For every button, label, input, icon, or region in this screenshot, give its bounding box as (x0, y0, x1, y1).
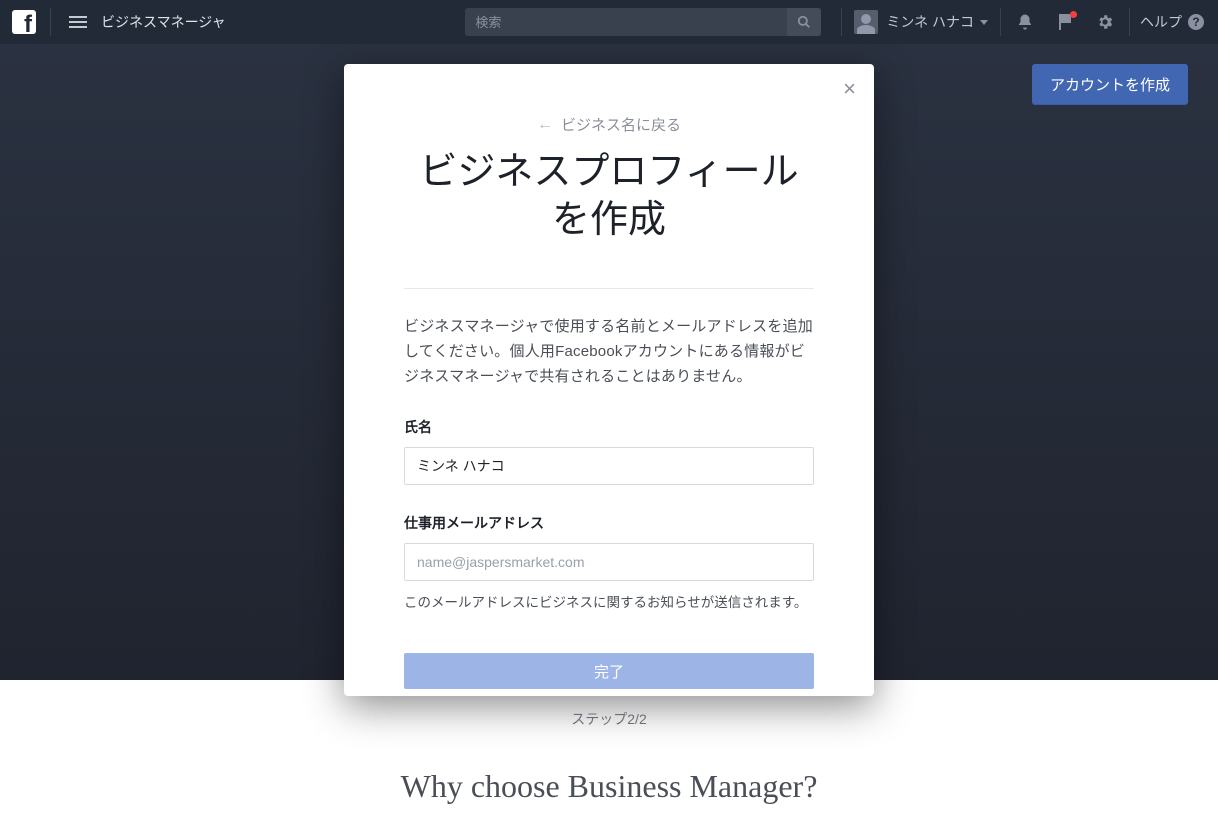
search-input[interactable] (465, 15, 787, 30)
search-button[interactable] (787, 8, 821, 36)
notification-dot (1070, 11, 1077, 18)
separator (50, 8, 51, 36)
step-indicator: ステップ2/2 (404, 709, 814, 729)
email-label: 仕事用メールアドレス (404, 513, 814, 533)
user-menu[interactable]: ミンネ ハナコ (854, 10, 988, 34)
modal-description: ビジネスマネージャで使用する名前とメールアドレスを追加してください。個人用Fac… (404, 315, 814, 389)
separator (841, 8, 842, 36)
back-link[interactable]: ← ビジネス名に戻る (404, 114, 814, 135)
separator (1129, 8, 1130, 36)
search-box (465, 8, 821, 36)
notifications-button[interactable] (1011, 13, 1039, 31)
modal-title: ビジネスプロフィールを作成 (404, 149, 814, 244)
close-button[interactable]: × (843, 78, 856, 100)
flag-button[interactable] (1051, 14, 1079, 30)
name-label: 氏名 (404, 417, 814, 437)
help-menu[interactable]: ヘルプ ? (1140, 12, 1204, 32)
flag-icon (1057, 14, 1073, 30)
separator (1000, 8, 1001, 36)
back-label: ビジネス名に戻る (561, 114, 681, 135)
chevron-down-icon (980, 20, 988, 25)
help-icon: ? (1188, 14, 1204, 30)
name-input[interactable] (404, 447, 814, 485)
menu-icon[interactable] (69, 16, 87, 28)
create-profile-modal: × ← ビジネス名に戻る ビジネスプロフィールを作成 ビジネスマネージャで使用す… (344, 64, 874, 696)
divider (404, 288, 814, 289)
close-icon: × (843, 76, 856, 101)
help-label: ヘルプ (1140, 12, 1182, 32)
email-input[interactable] (404, 543, 814, 581)
username-label: ミンネ ハナコ (886, 12, 974, 32)
settings-button[interactable] (1091, 13, 1119, 31)
submit-button[interactable]: 完了 (404, 653, 814, 689)
avatar (854, 10, 878, 34)
arrow-left-icon: ← (537, 116, 553, 134)
gear-icon (1096, 13, 1114, 31)
topbar: ビジネスマネージャ ミンネ ハナコ ヘルプ ? (0, 0, 1218, 44)
modal-overlay: × ← ビジネス名に戻る ビジネスプロフィールを作成 ビジネスマネージャで使用す… (0, 44, 1218, 815)
app-title: ビジネスマネージャ (101, 12, 226, 32)
bell-icon (1016, 13, 1034, 31)
facebook-logo[interactable] (12, 10, 36, 34)
search-icon (797, 15, 811, 29)
email-helper: このメールアドレスにビジネスに関するお知らせが送信されます。 (404, 591, 814, 611)
